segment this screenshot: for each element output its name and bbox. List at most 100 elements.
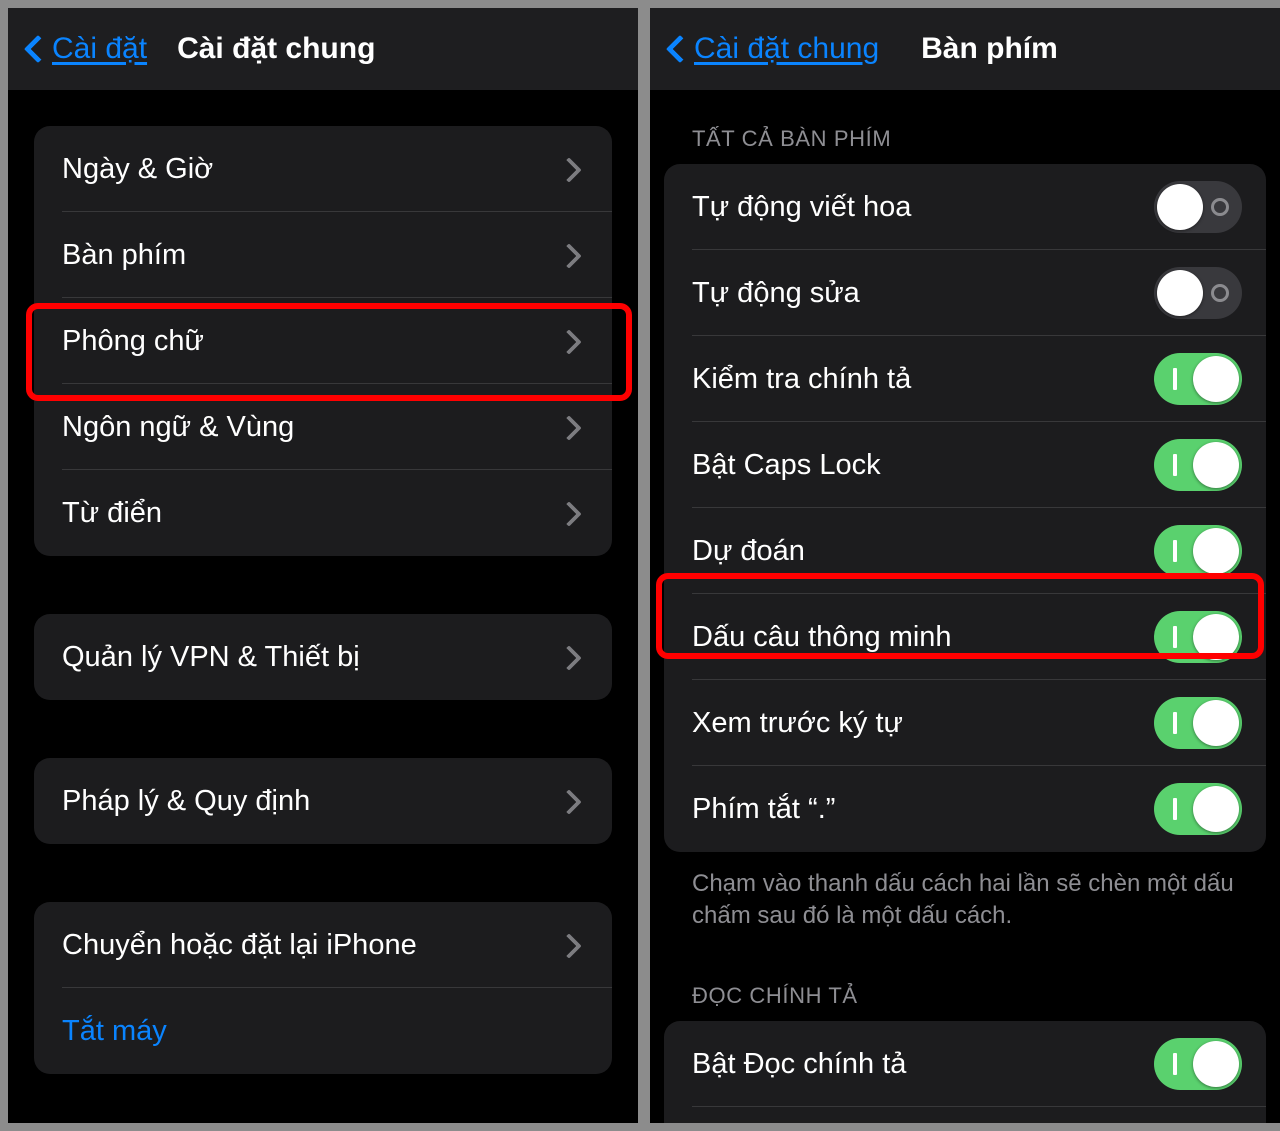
toggle-smart-punctuation[interactable] bbox=[1154, 611, 1242, 663]
toggle-on-icon bbox=[1173, 540, 1177, 562]
row-label: Quản lý VPN & Thiết bị bbox=[62, 640, 360, 673]
left-phone-screen: Cài đặt Cài đặt chung Ngày & Giờ Bàn phí… bbox=[8, 8, 638, 1123]
row-label: Chuyển hoặc đặt lại iPhone bbox=[62, 928, 417, 961]
chevron-right-icon bbox=[566, 242, 582, 268]
toggle-period-shortcut[interactable] bbox=[1154, 783, 1242, 835]
left-content: Ngày & Giờ Bàn phím Phông chữ Ngôn ngữ &… bbox=[8, 90, 638, 1123]
toggle-check-spelling[interactable] bbox=[1154, 353, 1242, 405]
left-back-label: Cài đặt bbox=[52, 32, 148, 65]
toggle-auto-correction[interactable] bbox=[1154, 267, 1242, 319]
toggle-knob bbox=[1193, 614, 1239, 660]
toggle-knob bbox=[1193, 442, 1239, 488]
row-label: Bật Đọc chính tả bbox=[692, 1047, 907, 1080]
toggle-knob bbox=[1193, 528, 1239, 574]
toggle-off-icon bbox=[1211, 198, 1229, 216]
toggle-knob bbox=[1157, 184, 1203, 230]
sidebar-item-legal-regulatory[interactable]: Pháp lý & Quy định bbox=[34, 758, 612, 844]
toggle-knob bbox=[1193, 786, 1239, 832]
setting-row-predictive[interactable]: Dự đoán bbox=[664, 508, 1266, 594]
setting-row-auto-capitalization[interactable]: Tự động viết hoa bbox=[664, 164, 1266, 250]
chevron-right-icon bbox=[566, 500, 582, 526]
setting-row-check-spelling[interactable]: Kiểm tra chính tả bbox=[664, 336, 1266, 422]
toggle-character-preview[interactable] bbox=[1154, 697, 1242, 749]
right-page-title: Bàn phím bbox=[921, 32, 1058, 65]
left-settings-group-3: Pháp lý & Quy định bbox=[34, 758, 612, 844]
row-label: Dự đoán bbox=[692, 534, 805, 567]
left-back-button[interactable]: Cài đặt bbox=[24, 32, 147, 66]
shut-down-button[interactable]: Tắt máy bbox=[34, 988, 612, 1074]
row-label: Bàn phím bbox=[62, 238, 187, 271]
sidebar-item-dictionary[interactable]: Từ điển bbox=[34, 470, 612, 556]
chevron-right-icon bbox=[566, 156, 582, 182]
setting-row-character-preview[interactable]: Xem trước ký tự bbox=[664, 680, 1266, 766]
chevron-right-icon bbox=[566, 644, 582, 670]
toggle-predictive[interactable] bbox=[1154, 525, 1242, 577]
row-label: Xem trước ký tự bbox=[692, 706, 903, 739]
row-label: Bật Caps Lock bbox=[692, 448, 881, 481]
chevron-right-icon bbox=[566, 788, 582, 814]
setting-row-auto-correction[interactable]: Tự động sửa bbox=[664, 250, 1266, 336]
sidebar-item-transfer-reset-iphone[interactable]: Chuyển hoặc đặt lại iPhone bbox=[34, 902, 612, 988]
section-header-dictation: ĐỌC CHÍNH TẢ bbox=[692, 983, 858, 1009]
toggle-knob bbox=[1157, 270, 1203, 316]
setting-row-smart-punctuation[interactable]: Dấu câu thông minh bbox=[664, 594, 1266, 680]
sidebar-item-date-time[interactable]: Ngày & Giờ bbox=[34, 126, 612, 212]
row-label: Dấu câu thông minh bbox=[692, 620, 952, 653]
toggle-knob bbox=[1193, 700, 1239, 746]
row-label: Từ điển bbox=[62, 496, 163, 529]
section-footer-period-shortcut: Chạm vào thanh dấu cách hai lần sẽ chèn … bbox=[692, 870, 1234, 929]
row-label: Phím tắt “.” bbox=[692, 792, 836, 825]
left-navbar: Cài đặt Cài đặt chung bbox=[8, 8, 638, 90]
setting-row-enable-dictation[interactable]: Bật Đọc chính tả bbox=[664, 1021, 1266, 1108]
left-settings-group-1: Ngày & Giờ Bàn phím Phông chữ Ngôn ngữ &… bbox=[34, 126, 612, 556]
left-page-title: Cài đặt chung bbox=[177, 32, 376, 65]
right-back-button[interactable]: Cài đặt chung bbox=[666, 32, 879, 66]
toggle-on-icon bbox=[1173, 1053, 1177, 1076]
sidebar-item-keyboard[interactable]: Bàn phím bbox=[34, 212, 612, 298]
left-settings-group-2: Quản lý VPN & Thiết bị bbox=[34, 614, 612, 700]
setting-row-period-shortcut[interactable]: Phím tắt “.” bbox=[664, 766, 1266, 852]
section-header-all-keyboards: TẤT CẢ BÀN PHÍM bbox=[692, 126, 892, 151]
setting-row-dictation-languages[interactable]: Ngôn ngữ Đọc chính tả bbox=[664, 1107, 1266, 1123]
right-navbar: Cài đặt chung Bàn phím bbox=[650, 8, 1280, 90]
toggle-auto-capitalization[interactable] bbox=[1154, 181, 1242, 233]
row-label: Ngày & Giờ bbox=[62, 152, 214, 185]
row-label: Phông chữ bbox=[62, 324, 204, 357]
toggle-enable-dictation[interactable] bbox=[1154, 1038, 1242, 1091]
chevron-left-icon bbox=[666, 34, 684, 64]
row-label: Tự động viết hoa bbox=[692, 190, 912, 223]
right-back-label: Cài đặt chung bbox=[694, 32, 880, 65]
dual-screenshot-container: Cài đặt Cài đặt chung Ngày & Giờ Bàn phí… bbox=[0, 0, 1280, 1131]
dictation-settings-group: Bật Đọc chính tả Ngôn ngữ Đọc chính tả bbox=[664, 1021, 1266, 1123]
right-phone-screen: Cài đặt chung Bàn phím TẤT CẢ BÀN PHÍM T… bbox=[650, 8, 1280, 1123]
sidebar-item-fonts[interactable]: Phông chữ bbox=[34, 298, 612, 384]
setting-row-enable-caps-lock[interactable]: Bật Caps Lock bbox=[664, 422, 1266, 508]
toggle-on-icon bbox=[1173, 798, 1177, 820]
toggle-on-icon bbox=[1173, 626, 1177, 648]
row-label: Tắt máy bbox=[62, 1014, 167, 1047]
row-label: Ngôn ngữ & Vùng bbox=[62, 410, 295, 443]
toggle-knob bbox=[1193, 1041, 1239, 1088]
keyboard-settings-group: Tự động viết hoa Tự động sửa Kiểm tra ch… bbox=[664, 164, 1266, 852]
row-label: Kiểm tra chính tả bbox=[692, 362, 912, 395]
chevron-right-icon bbox=[566, 932, 582, 958]
toggle-on-icon bbox=[1173, 454, 1177, 476]
chevron-left-icon bbox=[24, 34, 42, 64]
toggle-enable-caps-lock[interactable] bbox=[1154, 439, 1242, 491]
row-label: Tự động sửa bbox=[692, 276, 860, 309]
toggle-on-icon bbox=[1173, 368, 1177, 390]
toggle-on-icon bbox=[1173, 712, 1177, 734]
right-content: TẤT CẢ BÀN PHÍM Tự động viết hoa Tự động… bbox=[650, 90, 1280, 1123]
sidebar-item-vpn-device-management[interactable]: Quản lý VPN & Thiết bị bbox=[34, 614, 612, 700]
toggle-off-icon bbox=[1211, 284, 1229, 302]
left-settings-group-4: Chuyển hoặc đặt lại iPhone Tắt máy bbox=[34, 902, 612, 1074]
chevron-right-icon bbox=[566, 328, 582, 354]
sidebar-item-language-region[interactable]: Ngôn ngữ & Vùng bbox=[34, 384, 612, 470]
toggle-knob bbox=[1193, 356, 1239, 402]
